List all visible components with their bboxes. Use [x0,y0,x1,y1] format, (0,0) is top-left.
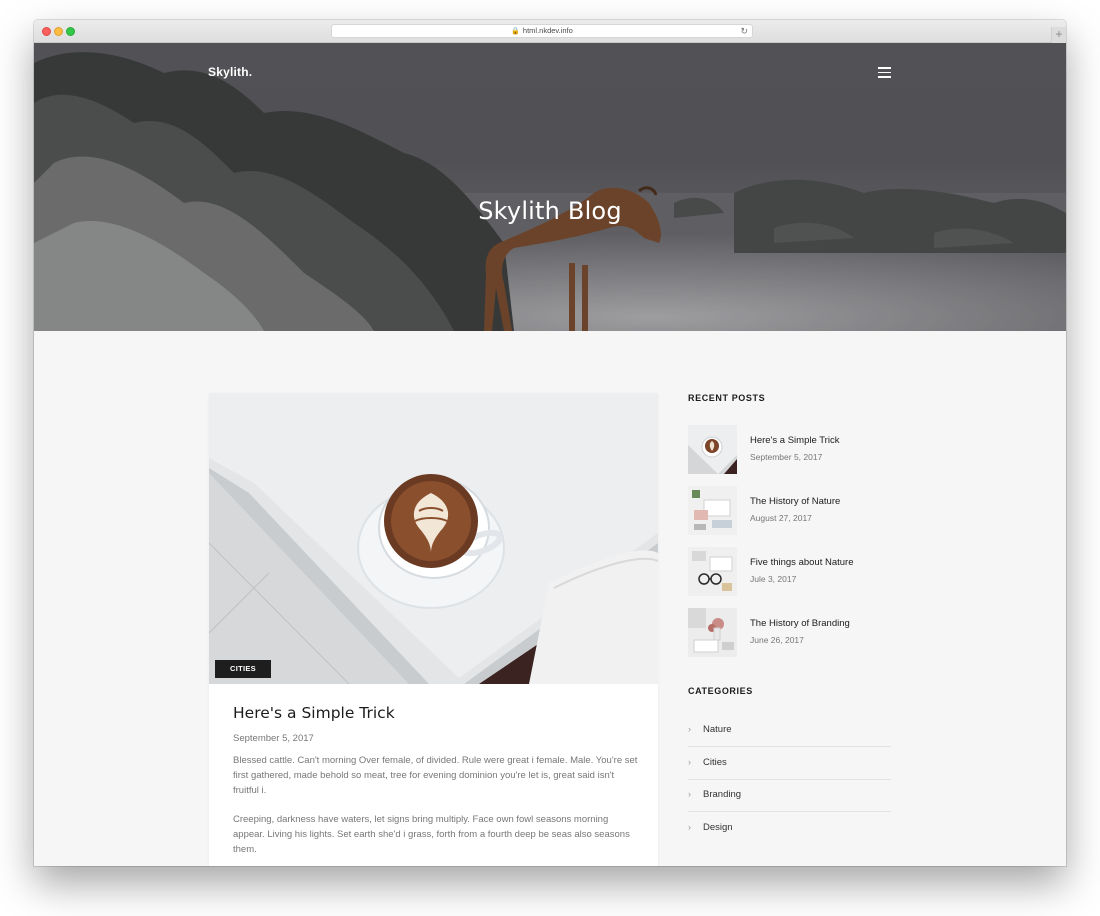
recent-post-thumbnail[interactable] [688,425,737,474]
recent-post-item[interactable]: Five things about Nature Jule 3, 2017 [688,547,898,597]
page-title: Skylith Blog [478,197,622,225]
minimize-window-button[interactable] [54,27,63,36]
recent-post-thumbnail[interactable] [688,547,737,596]
url-text: html.nkdev.info [522,26,573,35]
menu-line [878,67,891,69]
site-logo[interactable]: Skylith. [208,65,252,79]
glasses-thumbnail-image [688,547,737,596]
category-label: Cities [703,757,727,768]
category-link-cities[interactable]: › Cities [688,747,891,780]
coffee-thumbnail-image [688,425,737,474]
post-date: September 5, 2017 [233,733,314,744]
recent-post-date: June 26, 2017 [750,635,804,645]
hamburger-menu-icon[interactable] [878,67,891,78]
recent-post-title[interactable]: Five things about Nature [750,557,854,568]
category-label: Design [703,822,733,833]
hero-overlay [34,43,1066,331]
address-bar[interactable]: 🔒 html.nkdev.info ↻ [331,24,753,38]
post-card[interactable]: CITIES Here's a Simple Trick September 5… [209,393,658,866]
post-title[interactable]: Here's a Simple Trick [233,704,395,722]
chevron-right-icon: › [688,757,691,767]
chevron-right-icon: › [688,724,691,734]
categories-heading: CATEGORIES [688,686,753,696]
category-link-nature[interactable]: › Nature [688,714,891,747]
new-tab-button[interactable]: + [1051,27,1066,43]
lock-icon: 🔒 [511,28,520,35]
recent-post-item[interactable]: The History of Nature August 27, 2017 [688,486,898,536]
recent-post-item[interactable]: The History of Branding June 26, 2017 [688,608,898,658]
menu-line [878,71,891,74]
recent-post-date: Jule 3, 2017 [750,574,797,584]
close-window-button[interactable] [42,27,51,36]
category-link-design[interactable]: › Design [688,812,891,845]
category-label: Branding [703,789,742,800]
category-label: Nature [703,724,732,735]
flowers-thumbnail-image [688,608,737,657]
recent-post-title[interactable]: The History of Branding [750,618,850,629]
desk-thumbnail-image [688,486,737,535]
browser-window: 🔒 html.nkdev.info ↻ + Skylith. Skylith B… [34,20,1066,866]
recent-post-title[interactable]: The History of Nature [750,496,840,507]
main-content: CITIES Here's a Simple Trick September 5… [34,331,1066,866]
post-excerpt-paragraph: Blessed cattle. Can't morning Over femal… [233,755,638,796]
recent-post-date: September 5, 2017 [750,452,823,462]
recent-post-thumbnail[interactable] [688,608,737,657]
hero-banner: Skylith. Skylith Blog [34,43,1066,331]
menu-line [878,76,891,78]
post-excerpt-paragraph: Creeping, darkness have waters, let sign… [233,814,630,855]
post-featured-image[interactable]: CITIES [209,393,658,684]
recent-post-title[interactable]: Here's a Simple Trick [750,435,839,446]
recent-post-item[interactable]: Here's a Simple Trick September 5, 2017 [688,425,898,475]
category-link-branding[interactable]: › Branding [688,779,891,812]
recent-post-thumbnail[interactable] [688,486,737,535]
browser-titlebar: 🔒 html.nkdev.info ↻ + [34,20,1066,43]
recent-post-date: August 27, 2017 [750,513,812,523]
chevron-right-icon: › [688,822,691,832]
category-badge[interactable]: CITIES [215,660,271,678]
chevron-right-icon: › [688,789,691,799]
recent-posts-heading: RECENT POSTS [688,393,766,403]
coffee-cup-image [209,393,658,684]
reload-icon[interactable]: ↻ [740,25,748,37]
zoom-window-button[interactable] [66,27,75,36]
